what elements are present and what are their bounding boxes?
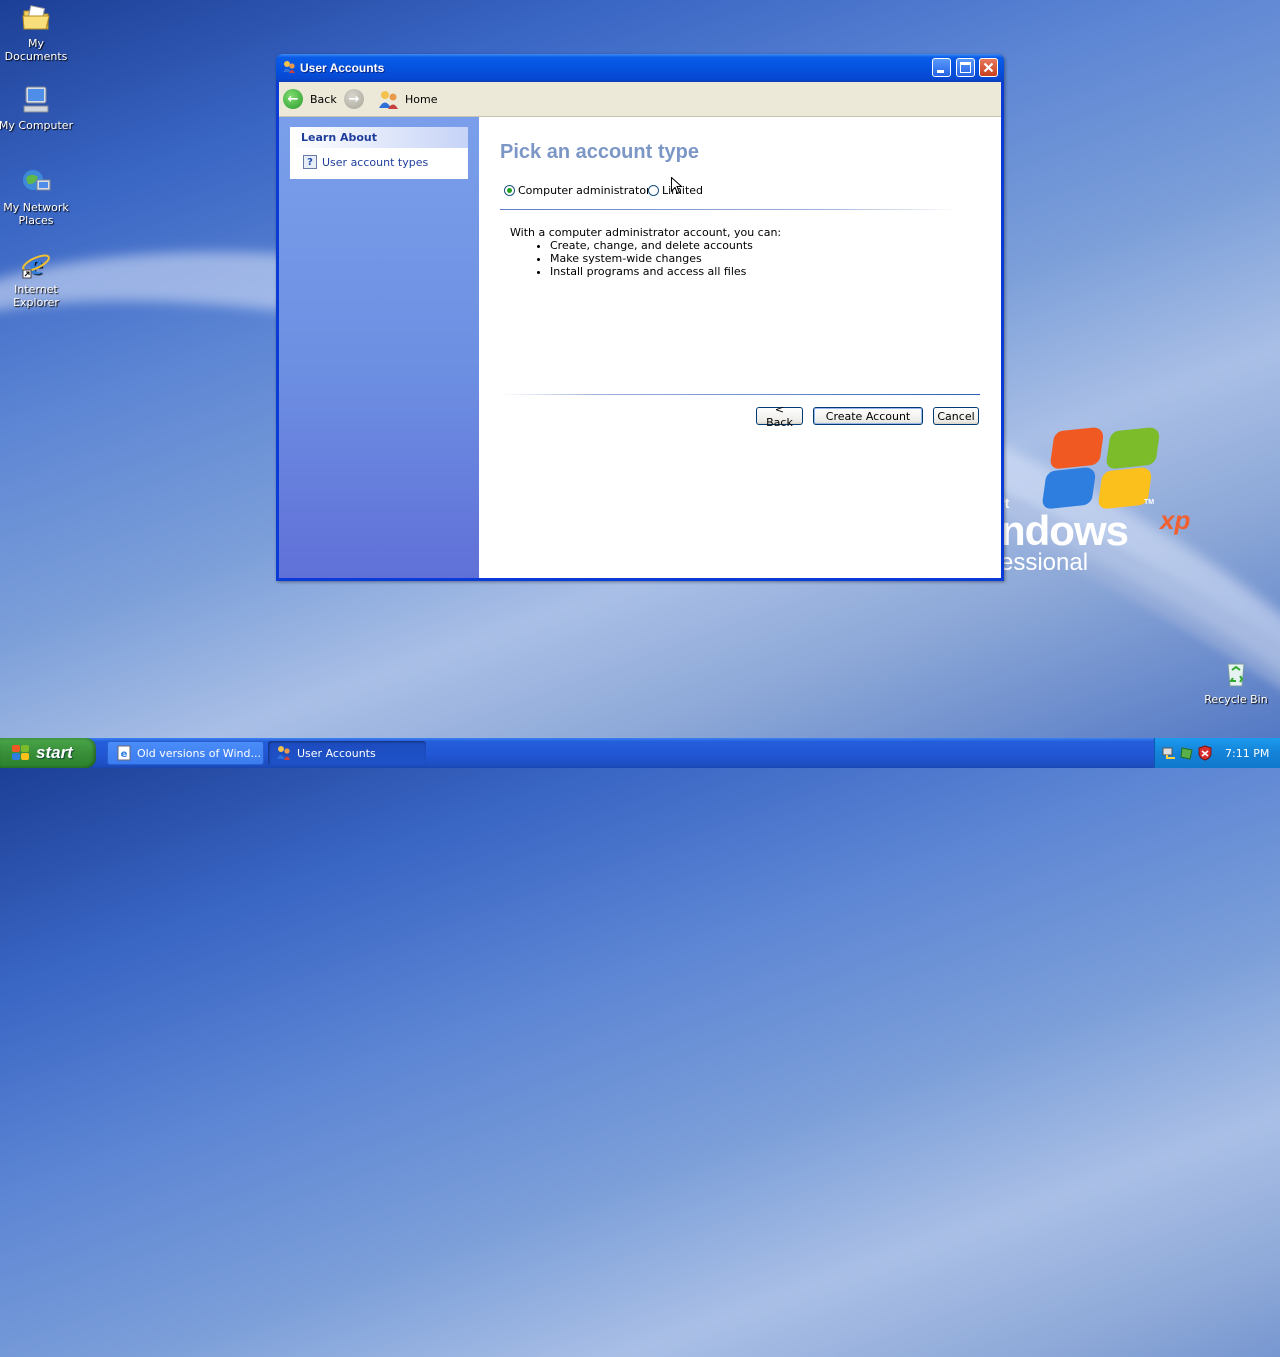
- desktop-icon-internet-explorer[interactable]: e Internet Explorer: [0, 248, 76, 309]
- list-item: Make system-wide changes: [550, 252, 781, 265]
- folder-icon: [20, 2, 52, 34]
- mouse-cursor-icon: [671, 177, 683, 195]
- svg-text:e: e: [121, 749, 128, 760]
- minimize-button[interactable]: [932, 58, 951, 77]
- task-label: User Accounts: [297, 746, 376, 760]
- title-bar[interactable]: User Accounts: [276, 54, 1004, 82]
- forward-arrow-icon: →: [344, 89, 364, 109]
- divider: [500, 394, 980, 395]
- windows-xp-logo: ft ndows xp TM essional: [1000, 425, 1220, 585]
- back-arrow-icon: ←: [283, 89, 303, 109]
- main-content: Pick an account type Computer administra…: [479, 117, 1001, 578]
- back-nav-button[interactable]: < Back: [756, 403, 803, 429]
- desktop-icon-my-network-places[interactable]: My Network Places: [0, 166, 76, 227]
- help-icon: ?: [303, 155, 317, 169]
- radio-label: Computer administrator: [518, 184, 651, 197]
- learn-about-panel: Learn About ? User account types: [290, 127, 468, 179]
- account-description: With a computer administrator account, y…: [510, 226, 781, 278]
- recycle-bin-icon: [1220, 658, 1252, 690]
- list-item: Create, change, and delete accounts: [550, 239, 781, 252]
- home-users-icon: [378, 89, 400, 109]
- desktop-icon-recycle-bin[interactable]: Recycle Bin: [1196, 658, 1276, 706]
- user-accounts-icon: [282, 60, 296, 74]
- back-button[interactable]: ← Back: [283, 87, 337, 111]
- maximize-button[interactable]: [956, 58, 975, 77]
- back-label: Back: [310, 92, 337, 106]
- windows-flag-icon: [12, 745, 29, 760]
- page-title: Pick an account type: [500, 141, 699, 163]
- side-panel: Learn About ? User account types: [279, 117, 479, 578]
- browser-page-icon: e: [117, 745, 131, 761]
- system-tray: 7:11 PM: [1154, 738, 1280, 768]
- create-account-button[interactable]: Create Account: [813, 407, 923, 425]
- description-intro: With a computer administrator account, y…: [510, 226, 782, 239]
- window-client-area: ← Back → Home Learn About ? User account…: [279, 82, 1001, 578]
- clock: 7:11 PM: [1225, 747, 1270, 760]
- radio-button-selected[interactable]: [504, 185, 515, 196]
- user-accounts-window[interactable]: User Accounts ← Back → Home Learn About …: [276, 54, 1004, 581]
- window-title: User Accounts: [300, 61, 385, 75]
- security-shield-icon[interactable]: [1197, 745, 1213, 761]
- start-button[interactable]: start: [0, 738, 96, 768]
- network-icon: [20, 166, 52, 198]
- close-icon: [983, 62, 994, 73]
- user-accounts-icon: [277, 746, 290, 760]
- learn-about-header: Learn About: [290, 127, 468, 148]
- close-button[interactable]: [979, 58, 998, 77]
- desktop-icon-my-documents[interactable]: My Documents: [0, 2, 76, 63]
- taskbar-button-old-versions[interactable]: e Old versions of Wind...: [107, 741, 264, 765]
- cancel-button[interactable]: Cancel: [933, 407, 979, 425]
- sidebar-item-user-account-types[interactable]: ? User account types: [303, 155, 428, 169]
- home-button[interactable]: Home: [378, 87, 437, 111]
- forward-button[interactable]: →: [344, 87, 364, 111]
- divider: [500, 209, 960, 210]
- task-label: Old versions of Wind...: [137, 746, 261, 760]
- update-tray-icon[interactable]: [1179, 745, 1195, 761]
- internet-explorer-icon: e: [20, 248, 52, 281]
- desktop-icon-my-computer[interactable]: My Computer: [0, 84, 76, 132]
- start-label: start: [36, 743, 73, 762]
- computer-icon: [20, 84, 52, 116]
- navigation-toolbar: ← Back → Home: [279, 82, 1001, 117]
- capabilities-list: Create, change, and delete accounts Make…: [510, 239, 781, 278]
- list-item: Install programs and access all files: [550, 265, 781, 278]
- network-tray-icon[interactable]: [1161, 745, 1177, 761]
- radio-button[interactable]: [648, 185, 659, 196]
- sidebar-item-label: User account types: [322, 155, 429, 169]
- taskbar-button-user-accounts[interactable]: User Accounts: [268, 741, 426, 765]
- minimize-icon: [937, 70, 944, 73]
- home-label: Home: [405, 92, 438, 106]
- maximize-icon: [960, 62, 971, 73]
- radio-computer-administrator[interactable]: Computer administrator: [504, 184, 651, 197]
- taskbar: start e Old versions of Wind... User Acc…: [0, 738, 1280, 768]
